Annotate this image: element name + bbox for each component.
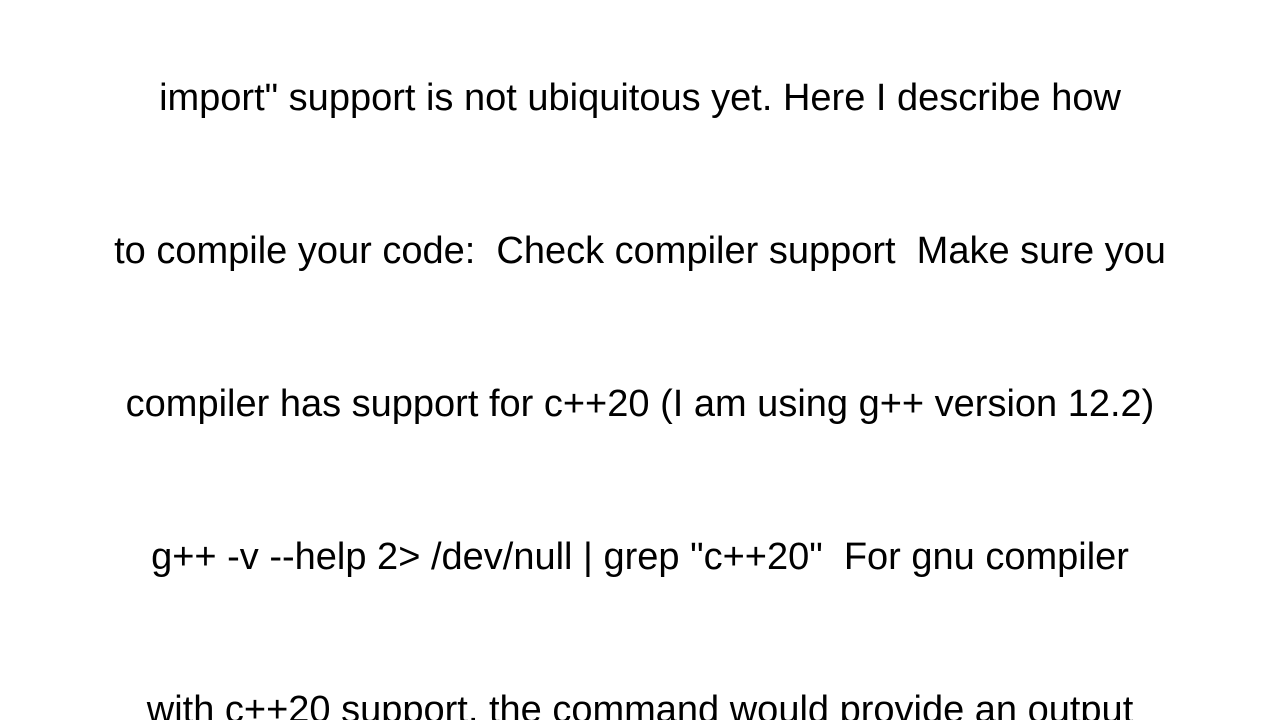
text-line: to compile your code: Check compiler sup… <box>114 230 1166 272</box>
text-content-block: import" support is not ubiquitous yet. H… <box>0 0 1280 720</box>
text-line: compiler has support for c++20 (I am usi… <box>125 383 1155 425</box>
text-line: with c++20 support, the command would pr… <box>146 689 1134 720</box>
text-line: import" support is not ubiquitous yet. H… <box>159 77 1121 119</box>
screenshot-viewport: import" support is not ubiquitous yet. H… <box>0 0 1280 720</box>
text-line: g++ -v --help 2> /dev/null | grep "c++20… <box>151 536 1129 578</box>
